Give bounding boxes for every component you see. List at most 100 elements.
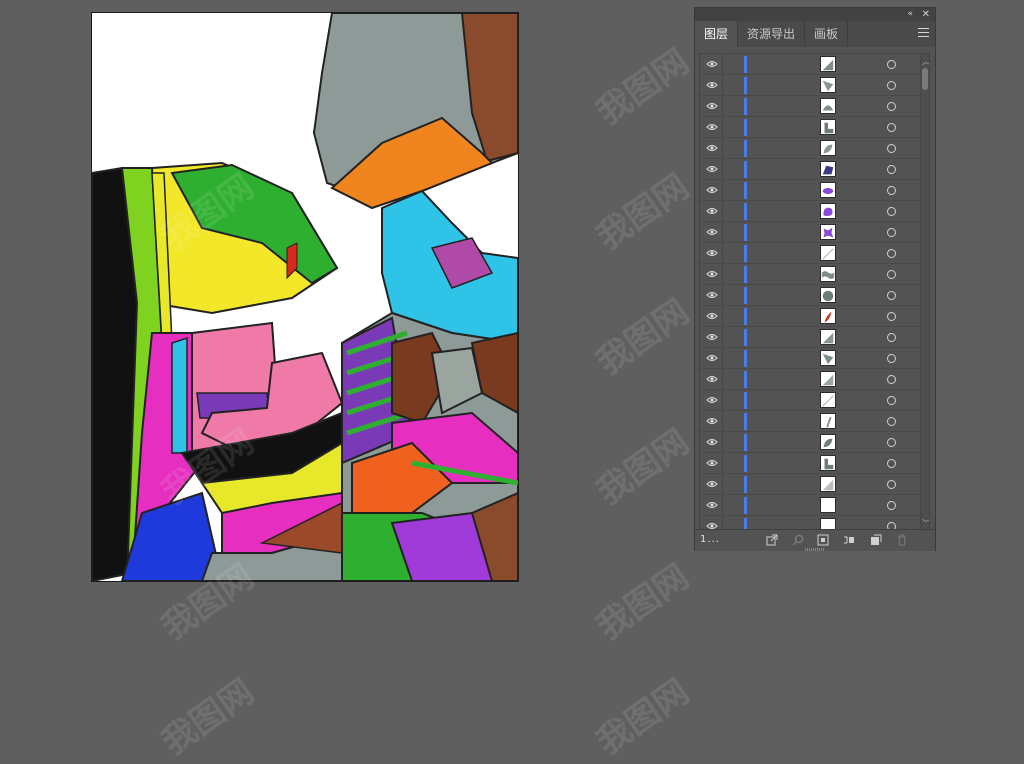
layer-row[interactable] <box>700 201 922 222</box>
lock-column-divider[interactable] <box>722 54 723 75</box>
target-circle-icon[interactable] <box>887 144 896 153</box>
lock-column-divider[interactable] <box>722 327 723 348</box>
clip-mask-icon[interactable] <box>817 534 829 546</box>
lock-column-divider[interactable] <box>722 264 723 285</box>
lock-column-divider[interactable] <box>722 243 723 264</box>
layer-row[interactable] <box>700 348 922 369</box>
layer-thumbnail[interactable] <box>820 203 836 219</box>
layer-row[interactable] <box>700 54 922 75</box>
lock-column-divider[interactable] <box>722 453 723 474</box>
layer-row[interactable] <box>700 369 922 390</box>
new-layer-icon[interactable] <box>870 534 882 546</box>
target-circle-icon[interactable] <box>887 480 896 489</box>
lock-column-divider[interactable] <box>722 432 723 453</box>
layer-thumbnail[interactable] <box>820 98 836 114</box>
layer-row[interactable] <box>700 306 922 327</box>
lock-column-divider[interactable] <box>722 348 723 369</box>
eye-icon[interactable] <box>706 80 718 90</box>
layer-row[interactable] <box>700 180 922 201</box>
target-circle-icon[interactable] <box>887 354 896 363</box>
eye-icon[interactable] <box>706 374 718 384</box>
layer-row[interactable] <box>700 264 922 285</box>
lock-column-divider[interactable] <box>722 180 723 201</box>
layer-row[interactable] <box>700 474 922 495</box>
eye-icon[interactable] <box>706 311 718 321</box>
lock-column-divider[interactable] <box>722 306 723 327</box>
eye-icon[interactable] <box>706 500 718 510</box>
layer-row[interactable] <box>700 243 922 264</box>
scroll-up-icon[interactable]: ︿ <box>922 56 929 67</box>
eye-icon[interactable] <box>706 332 718 342</box>
tab-asset-export[interactable]: 资源导出 <box>738 21 806 47</box>
target-circle-icon[interactable] <box>887 60 896 69</box>
lock-column-divider[interactable] <box>722 138 723 159</box>
eye-icon[interactable] <box>706 185 718 195</box>
eye-icon[interactable] <box>706 101 718 111</box>
lock-column-divider[interactable] <box>722 75 723 96</box>
target-circle-icon[interactable] <box>887 333 896 342</box>
eye-icon[interactable] <box>706 479 718 489</box>
target-circle-icon[interactable] <box>887 417 896 426</box>
target-circle-icon[interactable] <box>887 81 896 90</box>
layer-row[interactable] <box>700 117 922 138</box>
eye-icon[interactable] <box>706 248 718 258</box>
close-panel-icon[interactable]: ✕ <box>922 8 930 21</box>
eye-icon[interactable] <box>706 290 718 300</box>
target-circle-icon[interactable] <box>887 438 896 447</box>
eye-icon[interactable] <box>706 227 718 237</box>
lock-column-divider[interactable] <box>722 516 723 529</box>
eye-icon[interactable] <box>706 164 718 174</box>
layer-thumbnail[interactable] <box>820 119 836 135</box>
layer-thumbnail[interactable] <box>820 245 836 261</box>
layer-row[interactable] <box>700 285 922 306</box>
layer-thumbnail[interactable] <box>820 77 836 93</box>
layer-row[interactable] <box>700 390 922 411</box>
layer-row[interactable] <box>700 516 922 529</box>
lock-column-divider[interactable] <box>722 411 723 432</box>
eye-icon[interactable] <box>706 122 718 132</box>
scroll-down-icon[interactable]: ﹀ <box>922 518 929 529</box>
tab-layers[interactable]: 图层 <box>695 21 739 47</box>
layer-thumbnail[interactable] <box>820 266 836 282</box>
target-circle-icon[interactable] <box>887 501 896 510</box>
lock-column-divider[interactable] <box>722 390 723 411</box>
layer-thumbnail[interactable] <box>820 140 836 156</box>
layer-thumbnail[interactable] <box>820 350 836 366</box>
layer-row[interactable] <box>700 495 922 516</box>
target-circle-icon[interactable] <box>887 102 896 111</box>
panel-title-bar[interactable]: « ✕ <box>695 8 935 21</box>
eye-icon[interactable] <box>706 269 718 279</box>
layer-row[interactable] <box>700 75 922 96</box>
layer-thumbnail[interactable] <box>820 497 836 513</box>
target-circle-icon[interactable] <box>887 249 896 258</box>
lock-column-divider[interactable] <box>722 159 723 180</box>
layer-row[interactable] <box>700 327 922 348</box>
tab-artboards[interactable]: 画板 <box>805 21 849 47</box>
eye-icon[interactable] <box>706 437 718 447</box>
scrollbar-thumb[interactable] <box>922 68 928 90</box>
layer-thumbnail[interactable] <box>820 392 836 408</box>
layer-row[interactable] <box>700 453 922 474</box>
target-circle-icon[interactable] <box>887 459 896 468</box>
target-circle-icon[interactable] <box>887 228 896 237</box>
eye-icon[interactable] <box>706 395 718 405</box>
target-circle-icon[interactable] <box>887 207 896 216</box>
export-icon[interactable] <box>766 534 778 546</box>
layer-thumbnail[interactable] <box>820 161 836 177</box>
layer-thumbnail[interactable] <box>820 329 836 345</box>
layer-row[interactable] <box>700 96 922 117</box>
collapse-panel-icon[interactable]: « <box>907 8 913 21</box>
eye-icon[interactable] <box>706 416 718 426</box>
eye-icon[interactable] <box>706 206 718 216</box>
eye-icon[interactable] <box>706 143 718 153</box>
lock-column-divider[interactable] <box>722 285 723 306</box>
layer-thumbnail[interactable] <box>820 224 836 240</box>
target-circle-icon[interactable] <box>887 375 896 384</box>
target-circle-icon[interactable] <box>887 291 896 300</box>
search-icon[interactable] <box>792 534 804 546</box>
layer-thumbnail[interactable] <box>820 455 836 471</box>
trash-icon[interactable] <box>896 534 908 546</box>
lock-column-divider[interactable] <box>722 369 723 390</box>
target-circle-icon[interactable] <box>887 165 896 174</box>
target-circle-icon[interactable] <box>887 312 896 321</box>
